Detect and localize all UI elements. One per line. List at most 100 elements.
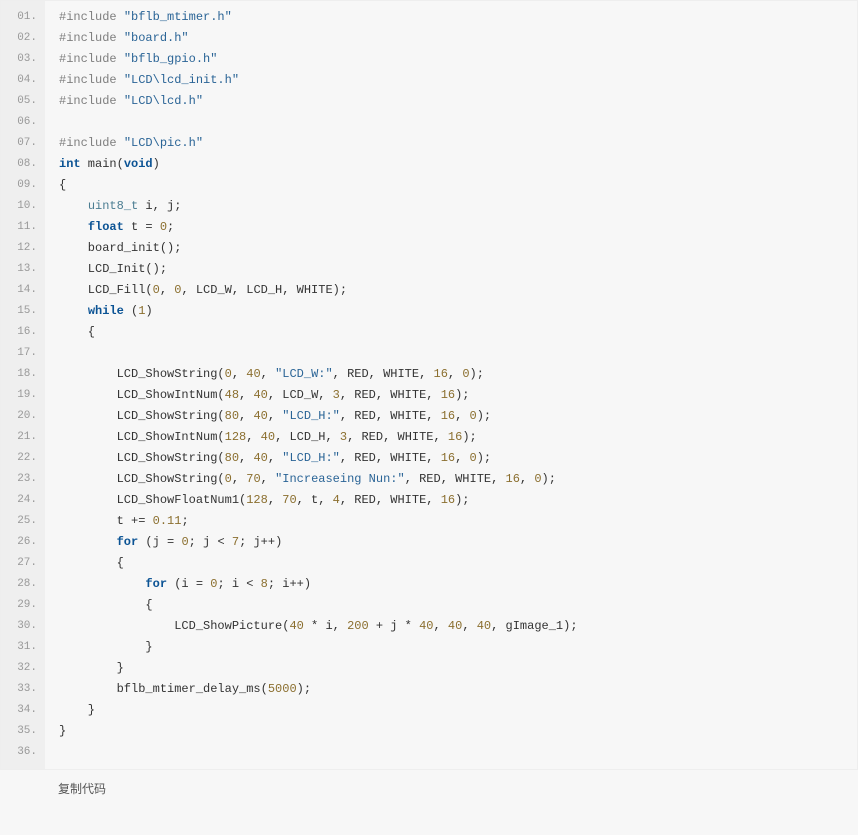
line-number: 30. [1,616,45,637]
code-token: , [239,388,253,402]
code-token: , [261,367,275,381]
code-token: ); [470,367,484,381]
code-token [59,199,88,213]
code-token: 16 [441,493,455,507]
code-token: int [59,157,81,171]
code-token: 70 [246,472,260,486]
code-token: #include [59,94,124,108]
code-line: } [59,658,857,679]
line-number: 08. [1,154,45,175]
line-number: 07. [1,133,45,154]
code-token: 40 [261,430,275,444]
code-token: , RED, WHITE, [340,493,441,507]
line-number: 10. [1,196,45,217]
line-number-gutter: 01.02.03.04.05.06.07.08.09.10.11.12.13.1… [1,1,45,769]
line-number: 21. [1,427,45,448]
code-line: LCD_Fill(0, 0, LCD_W, LCD_H, WHITE); [59,280,857,301]
code-line: { [59,553,857,574]
code-token: ; [167,220,174,234]
code-token: "Increaseing Nun:" [275,472,405,486]
code-token: , [455,409,469,423]
code-token: 16 [441,451,455,465]
code-token: 70 [282,493,296,507]
code-token: ; j++) [239,535,282,549]
code-token: "bflb_gpio.h" [124,52,218,66]
code-token: 3 [333,388,340,402]
line-number: 35. [1,721,45,742]
code-token: , [160,283,174,297]
code-line: LCD_ShowIntNum(48, 40, LCD_W, 3, RED, WH… [59,385,857,406]
code-line: #include "LCD\pic.h" [59,133,857,154]
code-token: 200 [347,619,369,633]
code-token: , RED, WHITE, [340,388,441,402]
code-token: , [232,367,246,381]
line-number: 28. [1,574,45,595]
code-line: { [59,595,857,616]
code-token [59,577,145,591]
line-number: 26. [1,532,45,553]
line-number: 04. [1,70,45,91]
code-token: ; j < [189,535,232,549]
code-token: LCD_ShowFloatNum1( [59,493,246,507]
code-footer: 复制代码 [0,770,858,809]
code-token: , [246,430,260,444]
code-token: 48 [225,388,239,402]
line-number: 20. [1,406,45,427]
code-line: bflb_mtimer_delay_ms(5000); [59,679,857,700]
line-number: 36. [1,742,45,763]
code-token: "LCD_H:" [282,409,340,423]
code-line: for (i = 0; i < 8; i++) [59,574,857,595]
line-number: 25. [1,511,45,532]
line-number: 06. [1,112,45,133]
code-token: "board.h" [124,31,189,45]
code-token: 40 [477,619,491,633]
code-token: 0 [225,367,232,381]
code-token: 0 [225,472,232,486]
code-token: 7 [232,535,239,549]
line-number: 29. [1,595,45,616]
code-line: for (j = 0; j < 7; j++) [59,532,857,553]
code-line [59,343,857,364]
code-token: "bflb_mtimer.h" [124,10,232,24]
code-token: 40 [246,367,260,381]
code-line: { [59,175,857,196]
code-token: , [268,493,282,507]
code-token: ) [145,304,152,318]
code-token: 16 [506,472,520,486]
code-token: t += [59,514,153,528]
code-token: , LCD_W, [268,388,333,402]
copy-code-link[interactable]: 复制代码 [58,782,106,796]
code-token: { [59,598,153,612]
code-token: , LCD_W, LCD_H, WHITE); [181,283,347,297]
code-token: , RED, WHITE, [340,451,441,465]
code-token: 16 [441,388,455,402]
code-token: { [59,325,95,339]
line-number: 18. [1,364,45,385]
line-number: 32. [1,658,45,679]
code-token: 0.11 [153,514,182,528]
code-token: } [59,724,66,738]
code-token: main( [81,157,124,171]
code-token: ) [153,157,160,171]
line-number: 15. [1,301,45,322]
code-token: , [232,472,246,486]
line-number: 17. [1,343,45,364]
code-token: 40 [253,451,267,465]
code-token: #include [59,31,124,45]
code-token: 3 [340,430,347,444]
code-token: #include [59,52,124,66]
code-line: } [59,721,857,742]
code-token: , [268,409,282,423]
code-line: LCD_ShowFloatNum1(128, 70, t, 4, RED, WH… [59,490,857,511]
line-number: 22. [1,448,45,469]
code-line: float t = 0; [59,217,857,238]
code-token: LCD_Init(); [59,262,167,276]
line-number: 31. [1,637,45,658]
line-number: 03. [1,49,45,70]
code-token: (j = [138,535,181,549]
line-number: 05. [1,91,45,112]
code-token: 0 [160,220,167,234]
code-token: (i = [167,577,210,591]
code-line: #include "LCD\lcd.h" [59,91,857,112]
code-token: , [239,451,253,465]
